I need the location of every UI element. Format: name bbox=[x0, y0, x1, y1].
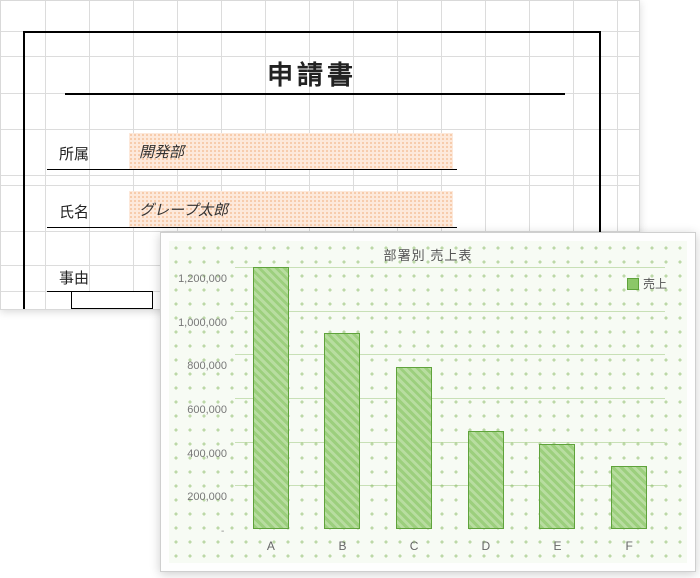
chart-plot-area: 1,200,0001,000,000800,000600,000400,0002… bbox=[235, 267, 665, 529]
name-field[interactable]: グレープ太郎 bbox=[129, 191, 453, 227]
bar-D[interactable] bbox=[468, 431, 504, 529]
bar-C[interactable] bbox=[396, 367, 432, 529]
y-tick-label: 600,000 bbox=[187, 404, 227, 416]
x-tick-label: C bbox=[396, 539, 432, 553]
bar-B[interactable] bbox=[324, 333, 360, 530]
x-tick-label: B bbox=[324, 539, 360, 553]
form-top-border bbox=[23, 31, 601, 33]
x-tick-label: D bbox=[468, 539, 504, 553]
form-title-underline bbox=[65, 93, 565, 95]
x-tick-label: F bbox=[611, 539, 647, 553]
y-axis-zero-dash: - bbox=[221, 526, 224, 537]
y-tick-label: 200,000 bbox=[187, 491, 227, 503]
x-axis-labels: A B C D E F bbox=[235, 539, 665, 553]
y-tick-label: 400,000 bbox=[187, 448, 227, 460]
chart-title: 部署別 売上表 bbox=[161, 245, 695, 264]
x-tick-label: E bbox=[539, 539, 575, 553]
y-tick-label: 1,000,000 bbox=[178, 317, 227, 329]
name-label: 氏名 bbox=[59, 201, 119, 222]
bar-group bbox=[235, 267, 665, 529]
bar-F[interactable] bbox=[611, 466, 647, 529]
name-underline bbox=[47, 227, 457, 228]
y-tick-label: 800,000 bbox=[187, 360, 227, 372]
reason-box[interactable] bbox=[71, 291, 153, 309]
y-tick-label: 1,200,000 bbox=[178, 273, 227, 285]
x-tick-label: A bbox=[253, 539, 289, 553]
dept-field[interactable]: 開発部 bbox=[129, 133, 453, 169]
name-value: グレープ太郎 bbox=[139, 202, 228, 219]
chart-panel: 部署別 売上表 売上 1,200,0001,000,000800,000600,… bbox=[160, 232, 696, 572]
bar-A[interactable] bbox=[253, 267, 289, 529]
dept-label: 所属 bbox=[59, 143, 119, 164]
reason-label: 事由 bbox=[59, 267, 119, 288]
bar-E[interactable] bbox=[539, 444, 575, 529]
form-title: 申請書 bbox=[23, 55, 601, 92]
dept-value: 開発部 bbox=[139, 144, 184, 161]
dept-underline bbox=[47, 169, 457, 170]
stage: 申請書 所属 開発部 氏名 グレープ太郎 事由 部署別 売上表 売上 1,200… bbox=[0, 0, 700, 578]
